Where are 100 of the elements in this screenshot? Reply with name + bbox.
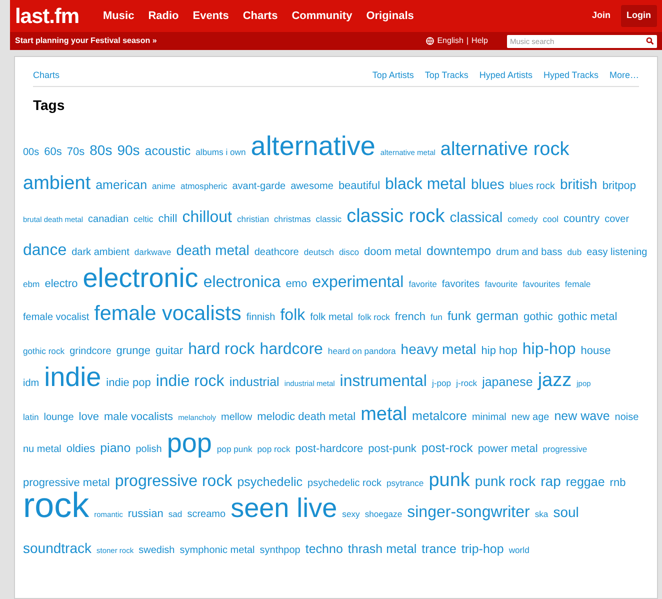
- tag-link[interactable]: metal: [360, 404, 408, 424]
- tag-link[interactable]: dance: [23, 242, 67, 258]
- tag-link[interactable]: post-rock: [421, 442, 473, 454]
- tag-link[interactable]: oldies: [66, 444, 96, 454]
- tag-link[interactable]: psychedelic rock: [308, 478, 382, 488]
- tag-link[interactable]: funk: [447, 310, 472, 322]
- tag-link[interactable]: electronica: [203, 274, 281, 290]
- tag-link[interactable]: new age: [511, 412, 550, 422]
- tag-link[interactable]: pop rock: [257, 444, 290, 454]
- tag-link[interactable]: sad: [168, 510, 182, 518]
- tag-link[interactable]: post-punk: [368, 444, 416, 454]
- search-icon[interactable]: [646, 37, 654, 45]
- tag-link[interactable]: chill: [158, 214, 178, 224]
- chart-link[interactable]: Hyped Artists: [479, 69, 532, 82]
- tag-link[interactable]: british: [560, 176, 598, 190]
- tag-link[interactable]: swedish: [138, 546, 175, 556]
- tag-link[interactable]: finnish: [246, 312, 276, 323]
- tag-link[interactable]: acoustic: [144, 144, 191, 157]
- tag-link[interactable]: progressive rock: [114, 474, 232, 490]
- tag-link[interactable]: psychedelic: [237, 476, 303, 488]
- tag-link[interactable]: classic rock: [346, 206, 445, 226]
- tag-link[interactable]: russian: [128, 508, 164, 520]
- tag-link[interactable]: favorites: [442, 280, 480, 290]
- tag-link[interactable]: indie pop: [106, 378, 151, 388]
- join-link[interactable]: Join: [588, 9, 614, 23]
- tag-link[interactable]: 90s: [117, 142, 140, 156]
- tag-link[interactable]: metalcore: [412, 410, 467, 422]
- tag-link[interactable]: deathcore: [254, 248, 299, 258]
- nav-link[interactable]: Radio: [148, 8, 179, 24]
- tag-link[interactable]: house: [580, 346, 611, 356]
- tag-link[interactable]: death metal: [176, 242, 250, 256]
- tag-link[interactable]: gothic: [523, 312, 553, 323]
- tag-link[interactable]: country: [564, 214, 600, 224]
- tag-link[interactable]: folk rock: [358, 312, 390, 322]
- tag-link[interactable]: male vocalists: [104, 412, 174, 422]
- tag-link[interactable]: 60s: [44, 146, 62, 158]
- tag-link[interactable]: female vocalist: [23, 312, 90, 323]
- tag-link[interactable]: indie: [44, 364, 102, 390]
- tag-link[interactable]: gothic metal: [558, 312, 618, 323]
- tag-link[interactable]: j-rock: [456, 378, 478, 388]
- tag-link[interactable]: beautiful: [338, 180, 380, 192]
- tag-link[interactable]: heavy metal: [400, 342, 476, 356]
- tag-link[interactable]: indie rock: [156, 374, 224, 390]
- tag-link[interactable]: christian: [237, 214, 269, 224]
- tag-link[interactable]: trance: [422, 542, 456, 555]
- tag-link[interactable]: soul: [553, 504, 579, 518]
- tag-link[interactable]: avant-garde: [232, 182, 286, 192]
- tag-link[interactable]: dub: [567, 248, 582, 256]
- tag-link[interactable]: lounge: [44, 412, 74, 422]
- tag-link[interactable]: singer-songwriter: [407, 504, 530, 520]
- tag-link[interactable]: german: [476, 310, 518, 322]
- tag-link[interactable]: electro: [44, 278, 78, 290]
- tag-link[interactable]: psytrance: [386, 478, 424, 488]
- tag-link[interactable]: latin: [23, 412, 39, 422]
- tag-link[interactable]: instrumental: [340, 374, 427, 390]
- tag-link[interactable]: easy listening: [586, 248, 648, 258]
- tag-link[interactable]: alternative rock: [440, 140, 570, 158]
- tag-link[interactable]: dark ambient: [72, 248, 130, 258]
- tag-link[interactable]: canadian: [88, 214, 129, 224]
- tag-link[interactable]: ambient: [23, 174, 91, 192]
- tag-link[interactable]: progressive: [542, 444, 588, 454]
- tag-link[interactable]: new wave: [554, 410, 610, 422]
- tag-link[interactable]: power metal: [478, 444, 538, 454]
- tag-link[interactable]: industrial: [229, 376, 280, 388]
- tag-link[interactable]: female: [564, 280, 591, 288]
- tag-link[interactable]: drum and bass: [496, 248, 562, 258]
- tag-link[interactable]: downtempo: [426, 244, 492, 257]
- nav-link[interactable]: Community: [292, 8, 352, 24]
- logo[interactable]: last.fm: [15, 6, 80, 26]
- tag-link[interactable]: piano: [100, 442, 131, 454]
- tag-link[interactable]: techno: [305, 542, 343, 555]
- language-link[interactable]: English: [437, 35, 464, 47]
- tag-link[interactable]: jazz: [538, 370, 572, 390]
- tag-link[interactable]: classical: [450, 210, 503, 224]
- tag-link[interactable]: black metal: [385, 176, 466, 192]
- tag-link[interactable]: albums i own: [196, 148, 246, 156]
- tag-link[interactable]: blues: [470, 176, 504, 190]
- tag-link[interactable]: folk: [280, 308, 306, 324]
- tag-link[interactable]: alternative: [250, 132, 376, 160]
- breadcrumb-link[interactable]: Charts: [33, 69, 60, 82]
- tag-link[interactable]: rock: [23, 488, 90, 522]
- tag-link[interactable]: j-pop: [432, 378, 452, 388]
- tag-link[interactable]: anime: [152, 182, 176, 190]
- tag-link[interactable]: christmas: [274, 214, 311, 224]
- tag-link[interactable]: blues rock: [509, 182, 555, 192]
- tag-link[interactable]: rap: [540, 474, 561, 488]
- tag-link[interactable]: doom metal: [364, 246, 422, 258]
- tag-link[interactable]: guitar: [156, 346, 184, 356]
- nav-link[interactable]: Events: [192, 8, 229, 24]
- tag-link[interactable]: nu metal: [23, 444, 62, 454]
- promo-link[interactable]: Start planning your Festival season »: [15, 35, 157, 47]
- tag-link[interactable]: female vocalists: [94, 304, 242, 324]
- tag-link[interactable]: atmospheric: [180, 182, 228, 190]
- tag-link[interactable]: idm: [23, 378, 40, 388]
- tag-link[interactable]: favorite: [408, 280, 437, 288]
- tag-link[interactable]: hard rock: [188, 342, 255, 358]
- tag-link[interactable]: fun: [430, 312, 442, 322]
- tag-link[interactable]: emo: [286, 278, 308, 290]
- tag-link[interactable]: hip hop: [481, 346, 518, 356]
- tag-link[interactable]: disco: [338, 248, 360, 256]
